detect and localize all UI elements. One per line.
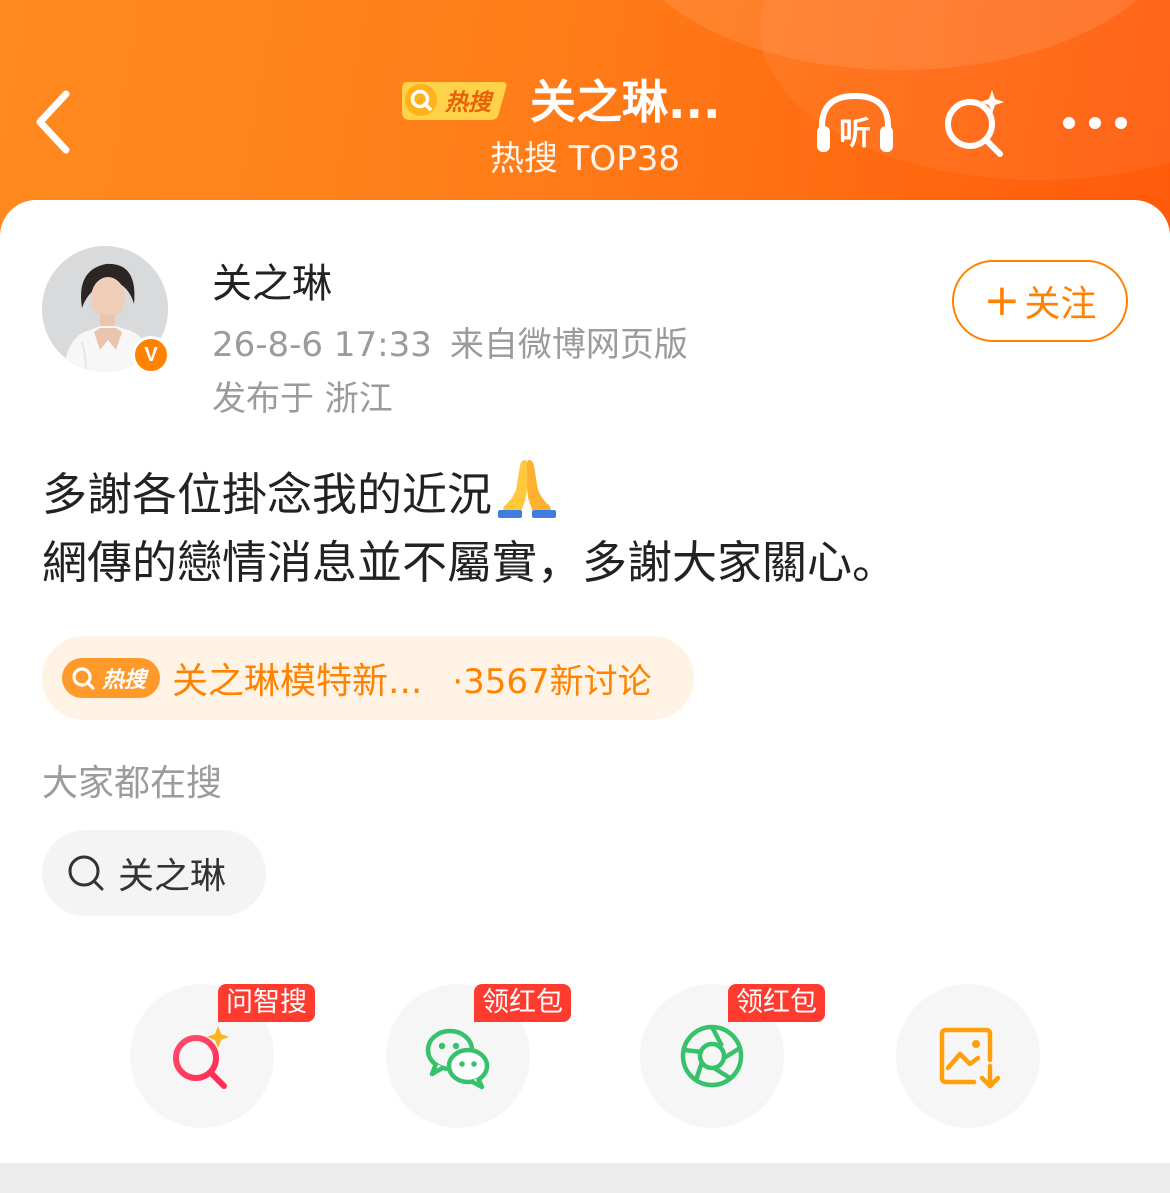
back-button[interactable] bbox=[22, 82, 86, 162]
rank-subtitle: 热搜 TOP38 bbox=[489, 139, 681, 179]
hot-badge-label: 热搜 bbox=[444, 90, 494, 116]
moments-icon bbox=[678, 1022, 746, 1090]
praying-hands-icon bbox=[494, 456, 560, 518]
ai-search-share-button[interactable]: 问智搜 bbox=[130, 984, 315, 1128]
post-location: 发布于 浙江 bbox=[212, 379, 393, 419]
topic-title: 关之琳... bbox=[530, 75, 721, 129]
mini-hot-badge: 热搜 bbox=[62, 658, 160, 698]
related-search-text: 关之琳 bbox=[118, 856, 227, 897]
promo-tag: 问智搜 bbox=[218, 984, 315, 1022]
listen-button[interactable]: 听 bbox=[812, 88, 898, 158]
ai-search-icon bbox=[168, 1022, 236, 1090]
related-search-label: 大家都在搜 bbox=[42, 763, 223, 804]
author-name[interactable]: 关之琳 bbox=[212, 258, 332, 310]
post-text-line2: 網傳的戀情消息並不屬實，多謝大家關心。 bbox=[42, 536, 898, 589]
save-image-icon bbox=[934, 1022, 1002, 1090]
post-text-line1: 多謝各位掛念我的近況 bbox=[42, 468, 493, 521]
hot-topic-link[interactable]: 热搜 关之琳模特新... ·3567新讨论 bbox=[42, 636, 694, 720]
back-arrow-icon bbox=[36, 90, 70, 154]
more-dots-icon bbox=[1063, 117, 1127, 129]
ai-search-icon bbox=[945, 90, 1004, 157]
post-body: 多謝各位掛念我的近況 網傳的戀情消息並不屬實，多謝大家關心。 bbox=[42, 456, 1132, 597]
search-icon bbox=[66, 853, 106, 893]
ai-search-button[interactable] bbox=[938, 88, 1012, 158]
promo-tag: 领红包 bbox=[728, 984, 825, 1022]
follow-label: 关注 bbox=[1024, 284, 1097, 325]
headphones-icon: 听 bbox=[817, 92, 893, 152]
share-wechat-button[interactable]: 领红包 bbox=[386, 984, 571, 1128]
mini-hot-label: 热搜 bbox=[101, 668, 149, 693]
plus-icon: + bbox=[983, 275, 1021, 326]
post-line: 多謝各位掛念我的近況 bbox=[42, 456, 1132, 529]
related-search-chip[interactable]: 关之琳 bbox=[42, 830, 266, 916]
bottom-divider bbox=[0, 1163, 1170, 1193]
post-timestamp: 26-8-6 17:33 bbox=[212, 325, 432, 365]
listen-label: 听 bbox=[839, 114, 871, 152]
verified-badge-icon: V bbox=[132, 336, 170, 374]
promo-tag: 领红包 bbox=[474, 984, 571, 1022]
hot-search-badge: 热搜 bbox=[398, 76, 510, 122]
save-image-button[interactable] bbox=[896, 984, 1040, 1128]
post-source: 来自微博网页版 bbox=[449, 325, 688, 365]
more-button[interactable] bbox=[1058, 88, 1132, 158]
wechat-icon bbox=[424, 1022, 492, 1090]
post-meta: 26-8-6 17:33 来自微博网页版 bbox=[212, 322, 688, 368]
follow-button[interactable]: + 关注 bbox=[952, 260, 1128, 342]
share-moments-button[interactable]: 领红包 bbox=[640, 984, 825, 1128]
hot-topic-count: ·3567新讨论 bbox=[452, 661, 652, 702]
hot-topic-title: 关之琳模特新... bbox=[172, 661, 423, 702]
